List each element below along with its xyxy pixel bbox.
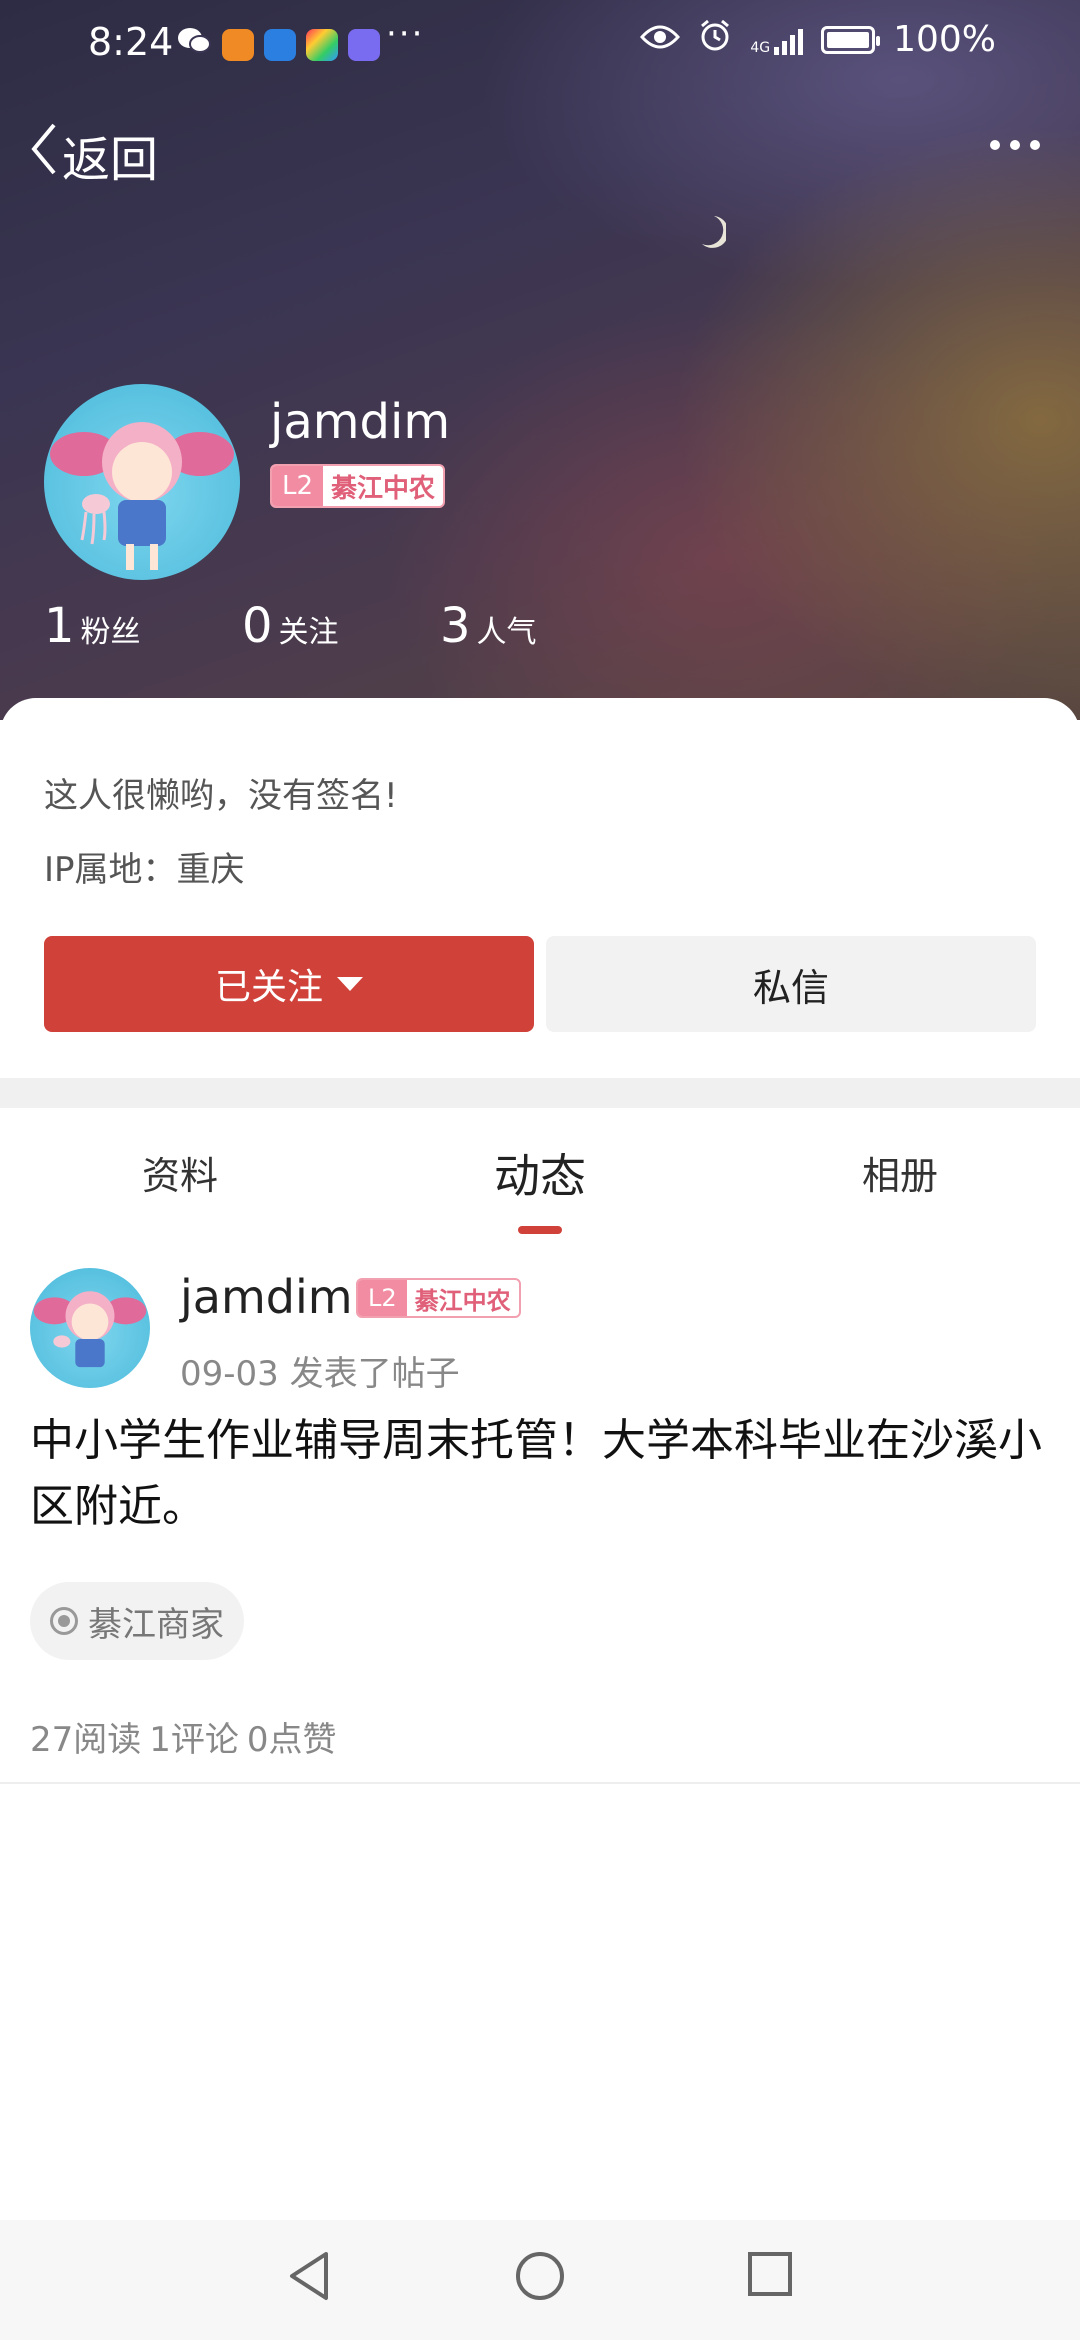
- badge-name: 綦江中农: [414, 1285, 511, 1315]
- post-meta: 09-03 发表了帖子: [180, 1354, 460, 1394]
- stat-value: 0: [242, 598, 273, 654]
- recents-square-icon[interactable]: [746, 2250, 794, 2302]
- stat-popularity[interactable]: 3 人气: [440, 598, 537, 654]
- ip-location: IP属地：重庆: [44, 850, 245, 890]
- stat-value: 3: [440, 598, 471, 654]
- more-dots-icon[interactable]: [990, 140, 1040, 150]
- signature: 这人很懒哟，没有签名!: [44, 776, 398, 816]
- level-label: L2: [272, 466, 324, 506]
- signal-icon: 4G: [750, 25, 804, 56]
- home-circle-icon[interactable]: [514, 2250, 566, 2306]
- post-text[interactable]: 中小学生作业辅导周末托管！大学本科毕业在沙溪小区附近。: [30, 1408, 1050, 1540]
- back-label: 返回: [62, 132, 159, 188]
- back-button[interactable]: 返回: [28, 120, 158, 190]
- stat-label: 人气: [476, 615, 537, 650]
- status-time: 8:24: [88, 20, 174, 64]
- section-divider: [0, 1078, 1080, 1108]
- status-more: ···: [386, 14, 425, 54]
- notification-icons: [176, 24, 380, 65]
- wechat-icon: [176, 24, 212, 65]
- tab-album[interactable]: 相册: [862, 1145, 938, 1200]
- status-right: 4G 100%: [640, 18, 996, 61]
- battery-percent: 100%: [893, 19, 996, 60]
- alarm-icon: [698, 18, 732, 61]
- level-badge: L2 綦江中农: [270, 464, 446, 508]
- comment-count: 1评论: [149, 1720, 239, 1760]
- tab-activity[interactable]: 动态: [494, 1140, 586, 1206]
- chevron-left-icon: [28, 121, 62, 189]
- stat-following[interactable]: 0 关注: [242, 598, 339, 654]
- read-count: 27阅读: [30, 1720, 142, 1760]
- like-count: 0点赞: [246, 1720, 337, 1760]
- avatar[interactable]: [44, 384, 240, 580]
- post-tag[interactable]: 綦江商家: [30, 1582, 244, 1660]
- post-author-avatar[interactable]: [30, 1268, 150, 1388]
- battery-icon: [821, 25, 881, 54]
- moon-icon: [700, 214, 729, 254]
- music-app-icon: [348, 28, 380, 61]
- back-triangle-icon[interactable]: [286, 2250, 332, 2306]
- top-nav: 返回: [0, 110, 1080, 200]
- tab-indicator: [518, 1226, 562, 1234]
- video-app-icon: [222, 28, 254, 61]
- store-app-icon: [306, 28, 338, 61]
- follow-button[interactable]: 已关注: [44, 936, 534, 1032]
- caret-down-icon: [337, 977, 363, 991]
- message-button[interactable]: 私信: [546, 936, 1036, 1032]
- system-nav-bar: [0, 2220, 1080, 2340]
- profile-cover: [0, 0, 1080, 720]
- post-author-name[interactable]: jamdim: [180, 1270, 353, 1324]
- stat-label: 关注: [278, 615, 339, 650]
- post-level-badge: L2 綦江中农: [356, 1278, 521, 1318]
- profile-username: jamdim: [270, 394, 451, 450]
- tab-profile-info[interactable]: 资料: [142, 1145, 218, 1200]
- status-bar: 8:24 ··· 4G 100%: [0, 0, 1080, 84]
- post-separator: [0, 1782, 1080, 1784]
- stat-fans[interactable]: 1 粉丝: [44, 598, 141, 654]
- network-type: 4G: [750, 39, 771, 56]
- target-icon: [50, 1607, 78, 1635]
- stat-label: 粉丝: [80, 615, 141, 650]
- tag-label: 綦江商家: [88, 1604, 224, 1645]
- badge-name: 綦江中农: [331, 473, 436, 504]
- eye-icon: [640, 19, 681, 60]
- follow-label: 已关注: [214, 967, 323, 1008]
- post-counts: 27阅读 1评论 0点赞: [30, 1712, 345, 1761]
- level-label: L2: [358, 1280, 407, 1316]
- browser-app-icon: [264, 28, 296, 61]
- stat-value: 1: [44, 598, 75, 654]
